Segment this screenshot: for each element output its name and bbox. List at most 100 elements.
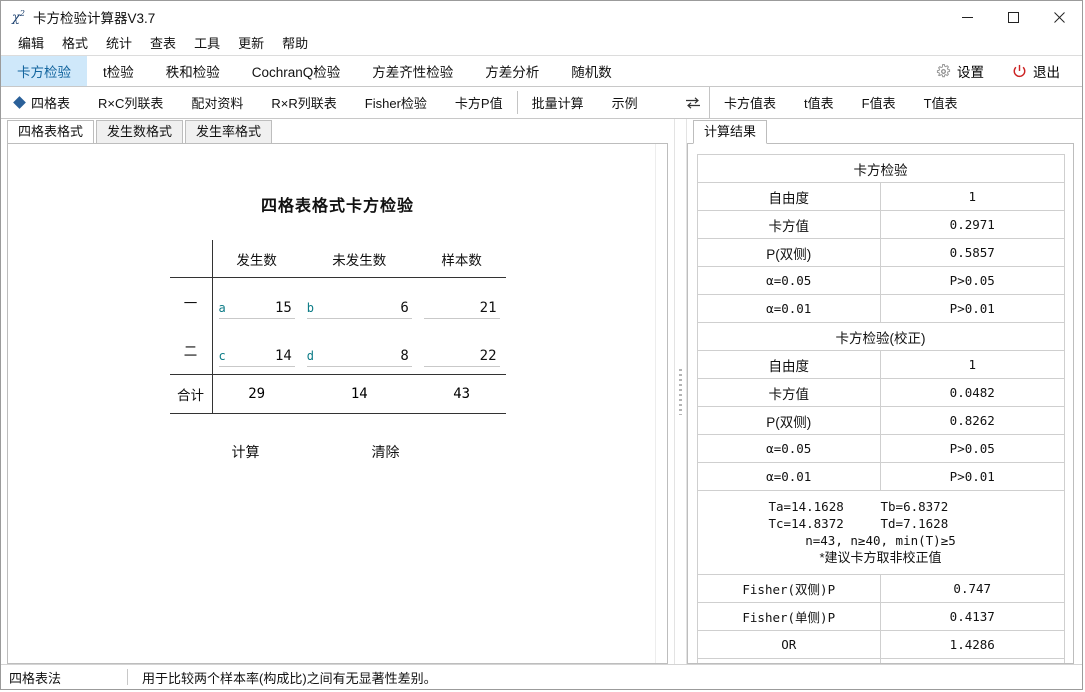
value-fisher-one-sided-p: 0.4137 [880, 602, 1065, 631]
four-grid-input-table: 发生数 未发生数 样本数 一 a 15 b 6 21 二 c 14 d 8 22… [169, 240, 506, 414]
gear-icon [936, 63, 951, 77]
exit-button[interactable]: 退出 [998, 61, 1074, 81]
menu-item-statistics[interactable]: 统计 [97, 34, 141, 54]
table-tab-capital-t-values[interactable]: T值表 [910, 87, 972, 118]
table-row: P(双侧) 0.8262 [696, 406, 1065, 435]
field-underline [423, 366, 500, 367]
result-note-row: Ta=14.1628 Tb=6.8372 Tc=14.8372 Td=7.1628 … [696, 490, 1065, 575]
minimize-button[interactable] [944, 1, 990, 33]
note-ta: Ta=14.1628 [768, 499, 844, 514]
settings-button[interactable]: 设置 [922, 61, 998, 81]
field-underline [218, 366, 295, 367]
field-underline [423, 318, 500, 319]
tab-occurrence-count-format[interactable]: 发生数格式 [96, 120, 184, 143]
cell-c: c 14 [212, 326, 301, 375]
subtab-rxc-table[interactable]: R×C列联表 [84, 87, 177, 118]
label-corrected-alpha-005: α=0.05 [696, 434, 881, 463]
field-underline [306, 366, 412, 367]
input-field-c[interactable]: c 14 [218, 333, 295, 367]
result-table: 卡方检验 自由度 1 卡方值 0.2971 P(双侧) 0.5857 α=0.0… [696, 154, 1065, 663]
value-degrees-of-freedom: 1 [880, 182, 1065, 211]
label-corrected-alpha-001: α=0.01 [696, 462, 881, 491]
settings-label: 设置 [957, 65, 984, 80]
total-row-label: 合计 [169, 374, 213, 414]
row-label-two: 二 [169, 326, 213, 375]
table-total-row: 合计 29 14 43 [169, 374, 506, 414]
tab-variance-homogeneity-test[interactable]: 方差齐性检验 [356, 56, 469, 86]
menu-item-help[interactable]: 帮助 [273, 34, 317, 54]
column-header-sample-size: 样本数 [417, 240, 506, 278]
splitter-grip [679, 368, 682, 415]
value-corrected-chi-square-value: 0.0482 [880, 378, 1065, 407]
maximize-button[interactable] [990, 1, 1036, 33]
right-panel-tabstrip: 计算结果 [687, 119, 1082, 144]
subtab-rxr-table[interactable]: R×R列联表 [257, 87, 350, 118]
label-corrected-degrees-of-freedom: 自由度 [696, 350, 881, 379]
menu-item-lookup-table[interactable]: 查表 [141, 34, 185, 54]
tab-four-grid-format[interactable]: 四格表格式 [7, 120, 95, 144]
primary-toolbar: 卡方检验 t检验 秩和检验 CochranQ检验 方差齐性检验 方差分析 随机数… [1, 56, 1082, 87]
minimize-icon [961, 16, 973, 18]
total-non-occurrence: 14 [300, 374, 418, 414]
status-bar: 四格表法 用于比较两个样本率(构成比)之间有无显著性差别。 [1, 664, 1082, 689]
table-tab-chi-square-values[interactable]: 卡方值表 [710, 87, 790, 118]
subtab-chi-square-p-value[interactable]: 卡方P值 [441, 87, 517, 118]
total-occurrence: 29 [212, 374, 301, 414]
menu-item-format[interactable]: 格式 [53, 34, 97, 54]
field-underline [306, 318, 412, 319]
input-field-b[interactable]: b 6 [306, 285, 412, 319]
section-title-chi-square-corrected: 卡方检验(校正) [696, 322, 1065, 351]
table-row: 卡方值 0.2971 [696, 210, 1065, 239]
value-corrected-p-two-sided: 0.8262 [880, 406, 1065, 435]
window-title: 卡方检验计算器V3.7 [32, 11, 156, 26]
cell-a: a 15 [212, 278, 301, 327]
secondary-toolbar-right: 卡方值表 t值表 F值表 T值表 [677, 87, 1082, 118]
table-row: OR 1.4286 [696, 630, 1065, 659]
tab-cochran-q-test[interactable]: CochranQ检验 [236, 56, 357, 86]
result-section-header: 卡方检验 [696, 154, 1065, 183]
left-panel-scrollbar[interactable] [655, 144, 667, 663]
subtab-example[interactable]: 示例 [598, 87, 652, 118]
table-row: 自由度 1 [696, 182, 1065, 211]
table-row: α=0.01 P>0.01 [696, 462, 1065, 491]
input-field-a[interactable]: a 15 [218, 285, 295, 319]
calculate-button[interactable]: 计算 [232, 442, 260, 462]
table-row: 自由度 1 [696, 350, 1065, 379]
tab-random-number[interactable]: 随机数 [555, 56, 628, 86]
panel-splitter[interactable] [674, 119, 687, 664]
total-sample-size: 43 [417, 374, 506, 414]
input-field-d[interactable]: d 8 [306, 333, 412, 367]
row1-sample-size: 21 [423, 285, 500, 319]
tab-anova[interactable]: 方差分析 [469, 56, 555, 86]
section-title-chi-square: 卡方检验 [696, 154, 1065, 183]
exit-label: 退出 [1033, 65, 1060, 80]
value-corrected-alpha-005: P>0.05 [880, 434, 1065, 463]
note-sample-condition: n=43, n≥40, min(T)≥5 [805, 533, 956, 548]
cell-d: d 8 [301, 326, 418, 375]
close-button[interactable] [1036, 1, 1082, 33]
subtab-fisher-test[interactable]: Fisher检验 [351, 87, 441, 118]
tab-chi-square-test[interactable]: 卡方检验 [1, 56, 87, 86]
subtab-batch-calculation[interactable]: 批量计算 [518, 87, 598, 118]
tab-rank-sum-test[interactable]: 秩和检验 [150, 56, 236, 86]
tab-t-test[interactable]: t检验 [87, 56, 150, 86]
swap-panels-button[interactable] [677, 87, 710, 118]
menu-item-update[interactable]: 更新 [229, 34, 273, 54]
tab-occurrence-rate-format[interactable]: 发生率格式 [185, 120, 273, 143]
subtab-paired-data[interactable]: 配对资料 [177, 87, 257, 118]
label-alpha-001: α=0.01 [696, 294, 881, 323]
label-degrees-of-freedom: 自由度 [696, 182, 881, 211]
menu-item-edit[interactable]: 编辑 [9, 34, 53, 54]
form-action-row: 计算 清除 [170, 442, 506, 462]
tab-calculation-result[interactable]: 计算结果 [693, 120, 768, 144]
note-td: Td=7.1628 [880, 516, 949, 531]
note-recommendation: *建议卡方取非校正值 [819, 550, 942, 565]
clear-button[interactable]: 清除 [372, 442, 400, 462]
subtab-four-grid-table[interactable]: 四格表 [1, 87, 84, 118]
table-tab-f-values[interactable]: F值表 [848, 87, 910, 118]
title-bar: χ2 卡方检验计算器V3.7 [1, 1, 1082, 33]
label-p-two-sided: P(双侧) [696, 238, 881, 267]
table-row: Fisher(单侧)P 0.4137 [696, 602, 1065, 631]
menu-item-tools[interactable]: 工具 [185, 34, 229, 54]
table-tab-t-values[interactable]: t值表 [790, 87, 848, 118]
